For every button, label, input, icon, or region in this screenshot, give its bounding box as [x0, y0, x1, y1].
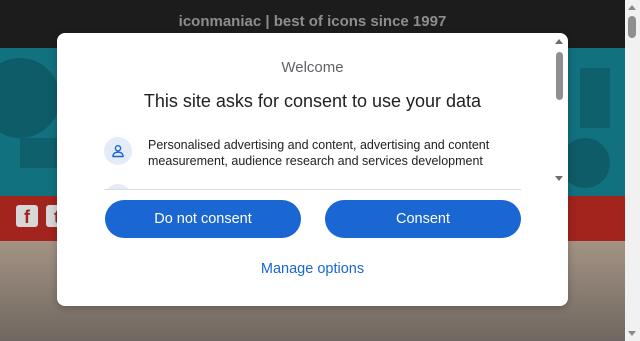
facebook-icon[interactable]: f: [16, 205, 38, 227]
purposes-list[interactable]: Personalised advertising and content, ad…: [57, 129, 568, 189]
site-tagline: iconmaniac | best of icons since 1997: [178, 13, 447, 30]
scroll-up-arrow-icon[interactable]: [628, 5, 636, 10]
dialog-scroll-down-icon[interactable]: [555, 176, 563, 181]
dialog-scrollbar-thumb[interactable]: [556, 52, 563, 100]
dialog-welcome: Welcome: [281, 59, 344, 76]
page-scrollbar[interactable]: [625, 0, 640, 341]
dialog-title: This site asks for consent to use your d…: [143, 91, 482, 111]
dialog-scroll-up-icon[interactable]: [555, 39, 563, 44]
consent-button[interactable]: Consent: [325, 200, 521, 238]
do-not-consent-button[interactable]: Do not consent: [105, 200, 301, 238]
page-scrollbar-thumb[interactable]: [628, 16, 636, 38]
dialog-divider: [104, 189, 521, 190]
consent-dialog: Welcome This site asks for consent to us…: [57, 33, 568, 306]
person-icon: [104, 137, 132, 165]
scroll-down-arrow-icon[interactable]: [628, 331, 636, 336]
manage-options-link[interactable]: Manage options: [57, 261, 568, 277]
purpose-item-text: Personalised advertising and content, ad…: [148, 138, 490, 168]
